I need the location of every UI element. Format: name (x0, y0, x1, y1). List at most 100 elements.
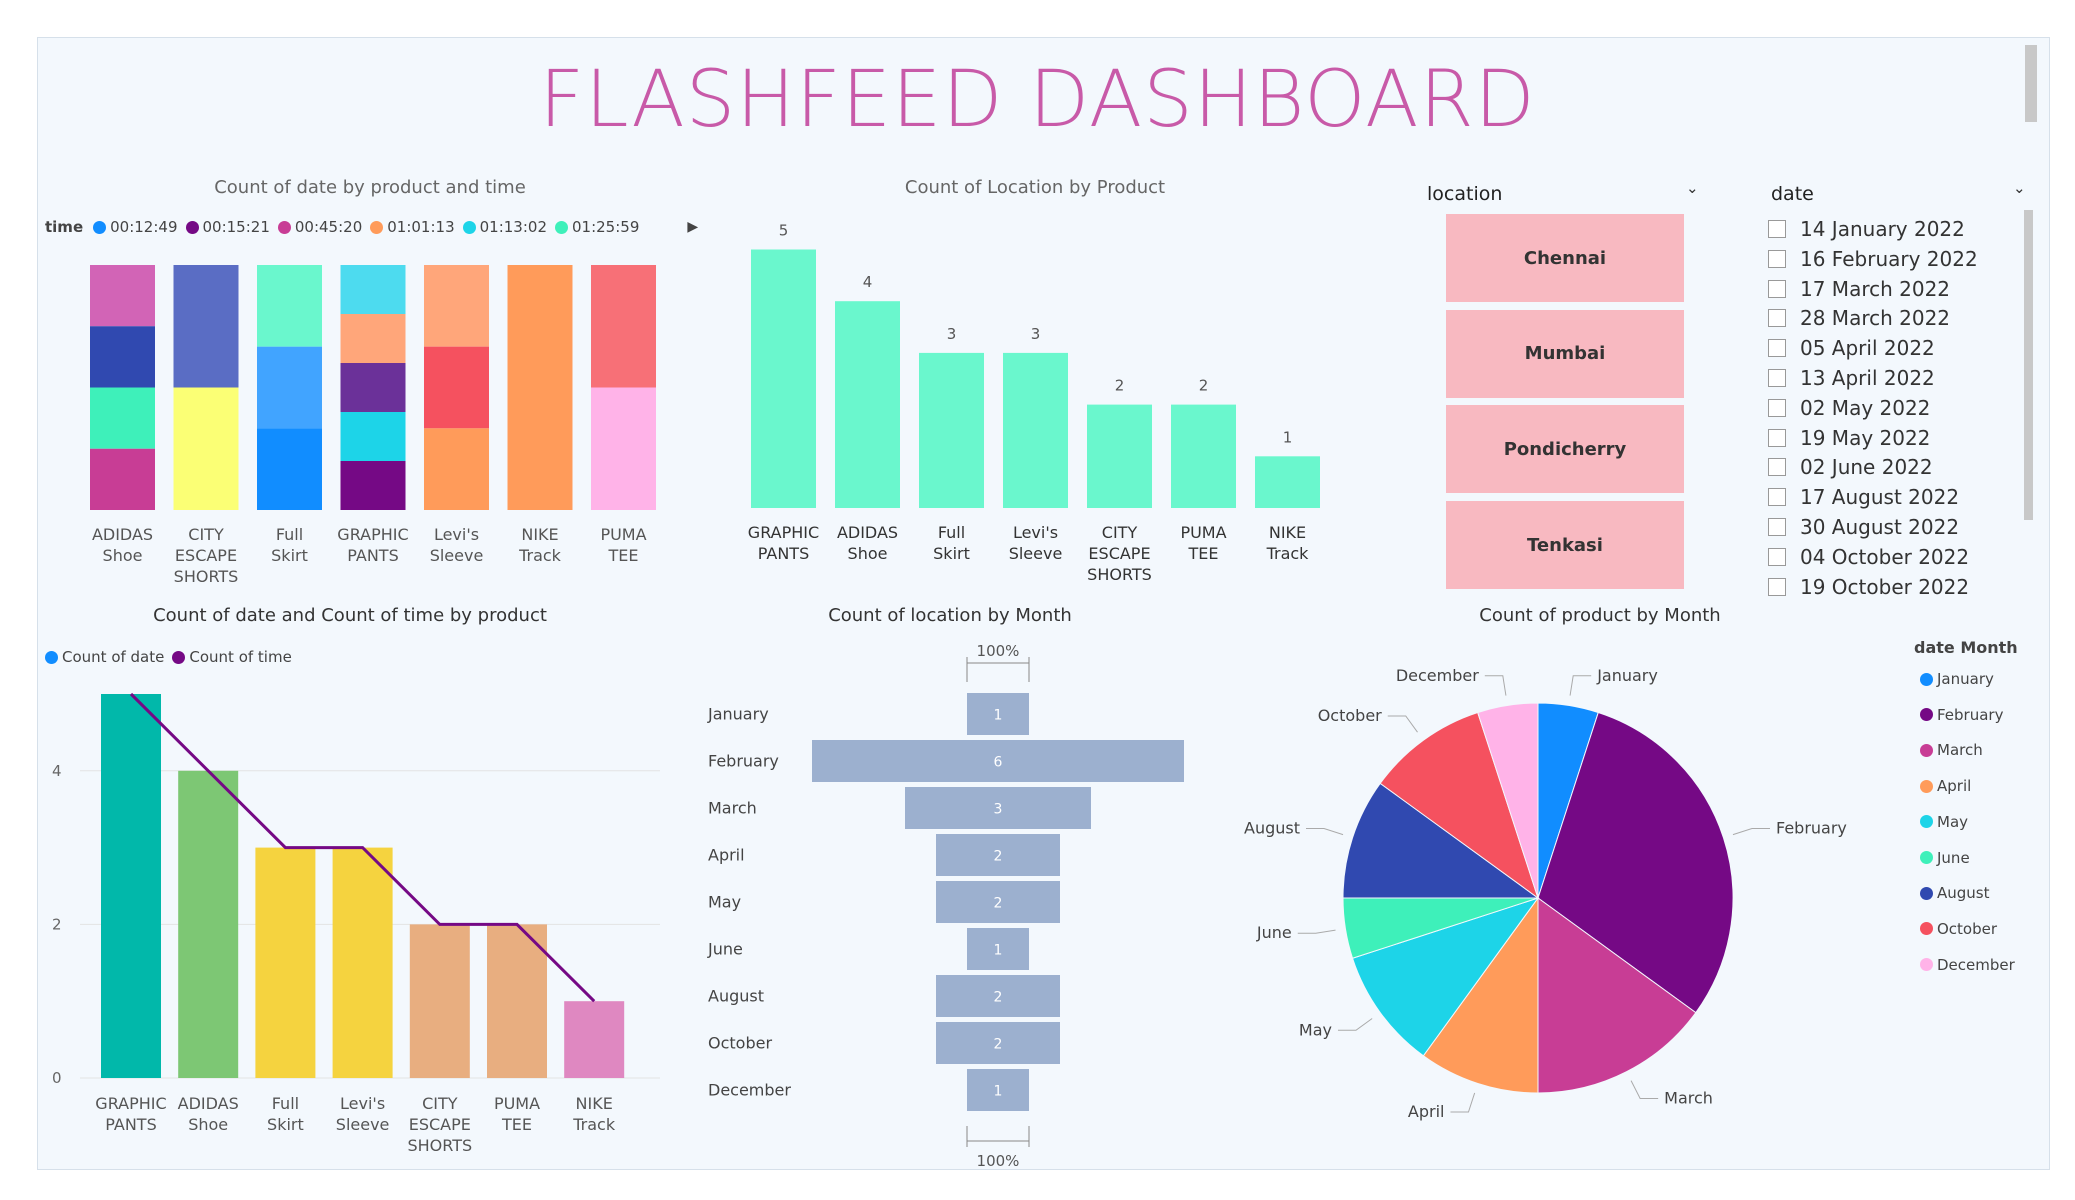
legend-label: June (1937, 848, 1970, 867)
chart4-title: Count of location by Month (828, 605, 1072, 626)
chevron-down-icon[interactable]: ⌄ (1686, 179, 1699, 197)
legend-label: January (1937, 670, 1994, 688)
chart5-legend-item[interactable]: October (1920, 920, 1997, 938)
legend-marker (45, 650, 58, 664)
date-slicer-item[interactable]: 02 May 2022 (1768, 393, 1930, 423)
legend-label: Count of date (62, 648, 165, 666)
chart1-legend-item[interactable]: 01:13:02 (462, 218, 547, 236)
bar (751, 249, 816, 508)
checkbox[interactable] (1768, 518, 1786, 536)
checkbox[interactable] (1768, 369, 1786, 387)
chart3-title: Count of date and Count of time by produ… (153, 605, 547, 626)
checkbox[interactable] (1768, 488, 1786, 507)
legend-label: May (1937, 812, 1969, 831)
checkbox[interactable] (1768, 279, 1786, 298)
date-slicer-item[interactable]: 28 March 2022 (1768, 303, 1950, 333)
chart1-legend-item[interactable]: 00:15:21 (185, 218, 270, 236)
funnel-category-label: January (707, 705, 769, 724)
date-slicer-item[interactable]: 17 August 2022 (1768, 482, 1959, 512)
pie-slice-label: January (1596, 666, 1658, 685)
legend-marker (185, 220, 199, 234)
stack-segment (90, 265, 155, 327)
date-label: 16 February 2022 (1800, 246, 1978, 271)
date-slicer-item[interactable]: 14 January 2022 (1768, 214, 1965, 244)
page-scrollbar[interactable] (2025, 45, 2037, 122)
stack-segment (173, 265, 239, 388)
date-slicer-item[interactable]: 19 May 2022 (1768, 423, 1930, 453)
location-tile[interactable]: Pondicherry (1446, 405, 1684, 494)
chart1-legend-item[interactable]: 00:12:49 (93, 218, 178, 236)
legend-next-icon[interactable]: ▶ (687, 219, 698, 235)
checkbox[interactable] (1768, 249, 1786, 268)
chart5-legend-item[interactable]: February (1920, 706, 2003, 724)
chart5-legend-item[interactable]: January (1920, 670, 1994, 688)
pie-slice-label: May (1299, 1020, 1332, 1039)
checkbox[interactable] (1768, 398, 1786, 417)
date-slicer-item[interactable]: 17 March 2022 (1768, 274, 1950, 304)
legend-marker (1920, 886, 1933, 900)
chart1-legend-item[interactable]: 00:45:20 (277, 218, 362, 236)
stack-segment (340, 314, 406, 363)
date-slicer-item[interactable]: 13 April 2022 (1768, 363, 1935, 393)
date-slicer-item[interactable]: 19 October 2022 (1768, 572, 1969, 602)
checkbox[interactable] (1768, 458, 1786, 477)
bar (919, 352, 984, 508)
chart1-legend-item[interactable]: 01:25:59 (555, 218, 639, 236)
date-label: 02 May 2022 (1800, 395, 1931, 420)
checkbox[interactable] (1768, 428, 1786, 447)
date-label: 17 August 2022 (1800, 485, 1960, 510)
data-label: 3 (994, 802, 1003, 818)
stack-segment (90, 448, 155, 510)
date-slicer-scrollbar[interactable] (2024, 210, 2033, 520)
chart3-legend-item[interactable]: Count of date (45, 648, 164, 666)
checkbox[interactable] (1768, 339, 1786, 358)
chart5-legend-item[interactable]: April (1920, 777, 1971, 795)
data-label: 2 (994, 1037, 1003, 1053)
checkbox[interactable] (1768, 547, 1786, 566)
date-slicer-item[interactable]: 05 April 2022 (1768, 333, 1935, 363)
x-tick-label: NIKE Track (518, 525, 562, 565)
date-label: 04 October 2022 (1800, 544, 1970, 569)
date-slicer-item[interactable]: 16 February 2022 (1768, 244, 1978, 274)
bar (835, 301, 900, 508)
chevron-down-icon[interactable]: ⌄ (2013, 179, 2026, 197)
legend-marker (1920, 851, 1933, 864)
chart1-stacked-bar: ADIDAS Shoe CITY ESCAPE SHORTS Full Skirt GRAPH… (90, 265, 656, 586)
location-tile[interactable]: Mumbai (1446, 309, 1684, 398)
date-slicer-item[interactable]: 04 October 2022 (1768, 542, 1969, 572)
data-label: 1 (994, 1084, 1003, 1100)
stack-segment (173, 387, 239, 510)
chart3-legend-item[interactable]: Count of time (172, 648, 292, 666)
data-label: 1 (994, 943, 1003, 959)
stack-segment (424, 346, 489, 429)
chart1-legend-item[interactable]: 01:01:13 (370, 218, 455, 236)
chart5-pie: January February March April May June August Oc… (1244, 666, 1847, 1121)
stack-segment (591, 387, 656, 510)
location-tile[interactable]: Chennai (1446, 214, 1684, 302)
stack-segment (340, 412, 406, 461)
date-slicer-item[interactable]: 02 June 2022 (1768, 452, 1933, 482)
bar (487, 924, 547, 1078)
legend-label: October (1937, 919, 1998, 938)
chart5-legend-item[interactable]: August (1920, 884, 1990, 902)
legend-marker (93, 220, 107, 234)
checkbox[interactable] (1768, 577, 1786, 596)
date-slicer-item[interactable]: 30 August 2022 (1768, 512, 1959, 542)
chart5-legend-item[interactable]: June (1920, 849, 1970, 867)
stack-segment (257, 346, 322, 429)
checkbox[interactable] (1768, 309, 1786, 328)
stack-segment (340, 265, 406, 314)
stack-segment (257, 428, 322, 510)
data-label: 3 (1031, 325, 1041, 343)
chart5-legend-title: date Month (1914, 638, 2018, 657)
checkbox[interactable] (1768, 220, 1786, 238)
y-tick-label: 2 (52, 915, 62, 933)
date-label: 19 May 2022 (1800, 425, 1931, 450)
chart5-legend-item[interactable]: December (1920, 956, 2015, 974)
pie-slice-label: December (1396, 666, 1479, 685)
chart5-legend-item[interactable]: May (1920, 813, 1968, 831)
pie-slice-label: October (1318, 706, 1382, 725)
chart5-legend-item[interactable]: March (1920, 741, 1983, 759)
x-tick-label: PUMA TEE (1180, 523, 1226, 563)
location-tile[interactable]: Tenkasi (1446, 501, 1684, 590)
